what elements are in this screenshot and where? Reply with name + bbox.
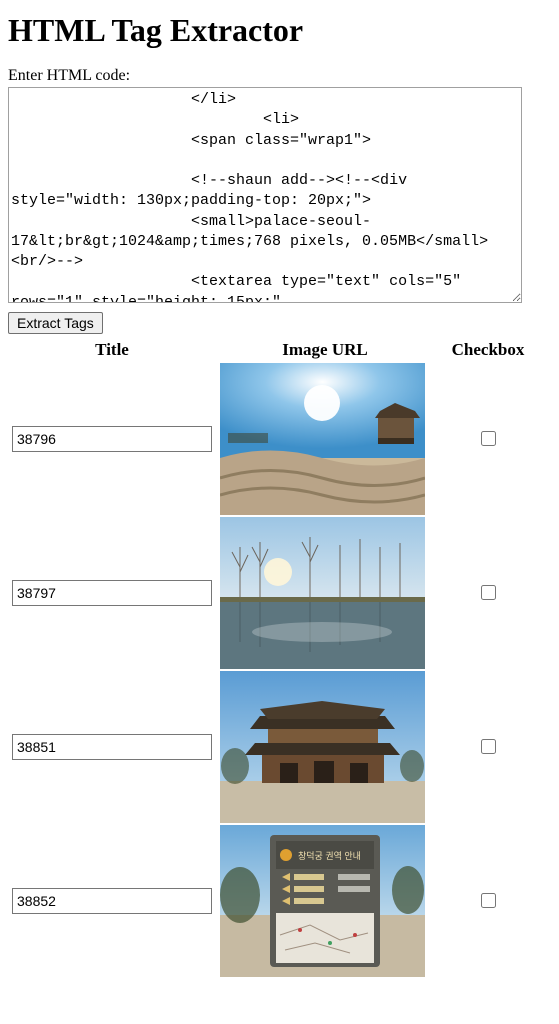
result-image [220, 517, 425, 669]
result-image [220, 363, 425, 515]
result-image [220, 671, 425, 823]
table-row: 창덕궁 권역 안내 [8, 824, 542, 978]
title-input[interactable] [12, 426, 212, 452]
row-checkbox[interactable] [481, 431, 496, 446]
col-header-image-url: Image URL [216, 338, 434, 362]
row-checkbox[interactable] [481, 739, 496, 754]
table-row [8, 670, 542, 824]
table-row [8, 516, 542, 670]
title-input[interactable] [12, 580, 212, 606]
title-input[interactable] [12, 888, 212, 914]
col-header-checkbox: Checkbox [434, 338, 542, 362]
row-checkbox[interactable] [481, 585, 496, 600]
result-image: 창덕궁 권역 안내 [220, 825, 425, 977]
row-checkbox[interactable] [481, 893, 496, 908]
textarea-label: Enter HTML code: [8, 67, 559, 85]
results-table: Title Image URL Checkbox [8, 338, 542, 978]
col-header-title: Title [8, 338, 216, 362]
page-title: HTML Tag Extractor [8, 12, 559, 49]
svg-text:창덕궁 권역 안내: 창덕궁 권역 안내 [298, 850, 361, 861]
html-code-input[interactable] [8, 87, 522, 303]
title-input[interactable] [12, 734, 212, 760]
extract-tags-button[interactable]: Extract Tags [8, 312, 103, 334]
table-row [8, 362, 542, 516]
